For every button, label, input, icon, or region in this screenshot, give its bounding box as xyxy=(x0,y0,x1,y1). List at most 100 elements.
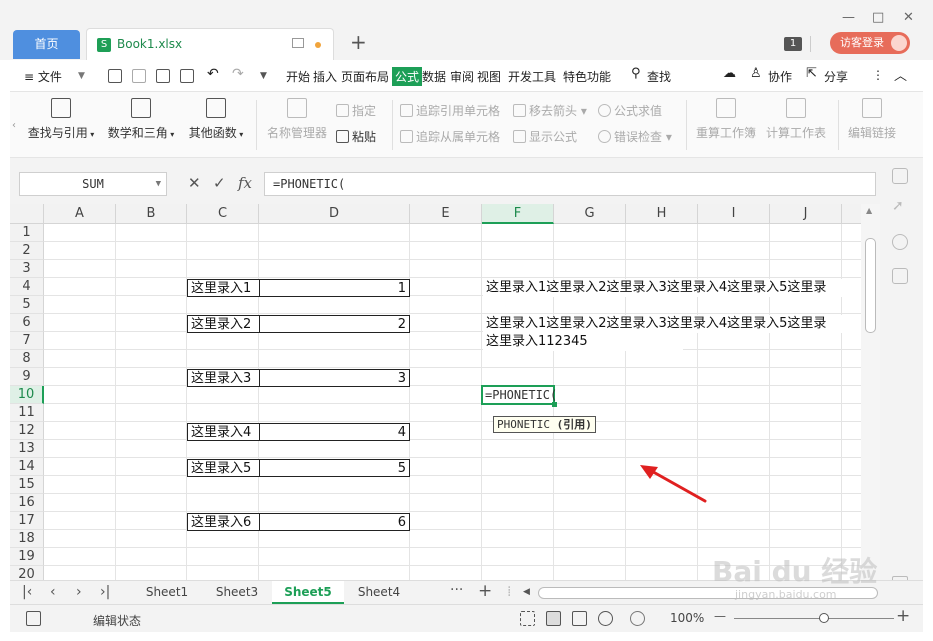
error-check-button[interactable]: 错误检查 ▾ xyxy=(598,128,672,145)
cell-c12[interactable]: 这里录入4 xyxy=(187,423,260,441)
cell-f6[interactable]: 这里录入1这里录入2这里录入3这里录入4这里录入5这里录 xyxy=(483,315,861,333)
cell-d6[interactable]: 2 xyxy=(259,315,410,333)
menu-data[interactable]: 数据 xyxy=(422,68,446,85)
lookup-reference-button[interactable]: 查找与引用 ▾ xyxy=(26,98,96,141)
row-header-12[interactable]: 12 xyxy=(10,422,44,440)
column-header-a[interactable]: A xyxy=(44,204,116,224)
function-tooltip[interactable]: PHONETIC (引用) xyxy=(493,416,596,433)
column-header-b[interactable]: B xyxy=(116,204,187,224)
trace-precedents-button[interactable]: 追踪引用单元格 xyxy=(400,102,500,119)
next-sheet-icon[interactable]: › xyxy=(76,584,82,600)
column-header-j[interactable]: J xyxy=(770,204,842,224)
menu-insert[interactable]: 插入 xyxy=(313,68,337,85)
menu-developer[interactable]: 开发工具 xyxy=(508,68,556,85)
evaluate-formula-button[interactable]: 公式求值 xyxy=(598,102,662,119)
row-header-6[interactable]: 6 xyxy=(10,314,44,332)
cell-c17[interactable]: 这里录入6 xyxy=(187,513,260,531)
row-header-9[interactable]: 9 xyxy=(10,368,44,386)
window-count-badge[interactable]: 1 xyxy=(784,37,802,51)
column-header-h[interactable]: H xyxy=(626,204,698,224)
menu-page-layout[interactable]: 页面布局 xyxy=(341,68,389,85)
menu-review[interactable]: 审阅 xyxy=(450,68,474,85)
undo-icon[interactable]: ↶ xyxy=(207,66,219,82)
calc-sheet-button[interactable]: 计算工作表 xyxy=(764,98,828,141)
zoom-out-button[interactable]: — xyxy=(714,609,726,623)
fill-handle[interactable] xyxy=(552,402,557,407)
paste-name-button[interactable]: 粘贴 xyxy=(336,128,376,145)
cell-c4[interactable]: 这里录入1 xyxy=(187,279,260,297)
splitter-icon[interactable]: ⁞ xyxy=(507,584,511,600)
row-header-5[interactable]: 5 xyxy=(10,296,44,314)
row-header-18[interactable]: 18 xyxy=(10,530,44,548)
menu-share[interactable]: 分享 xyxy=(824,68,848,85)
sheet-tab-sheet5[interactable]: Sheet5 xyxy=(272,581,344,604)
tab-book1[interactable]: S Book1.xlsx xyxy=(86,28,334,60)
cell-d17[interactable]: 6 xyxy=(259,513,410,531)
cell-d9[interactable]: 3 xyxy=(259,369,410,387)
row-header-1[interactable]: 1 xyxy=(10,224,44,242)
new-tab-button[interactable]: + xyxy=(350,30,367,54)
guest-login-button[interactable]: 访客登录 xyxy=(830,32,910,54)
redo-icon[interactable]: ↷ xyxy=(232,66,244,82)
recalc-workbook-button[interactable]: 重算工作簿 xyxy=(694,98,758,141)
sheet-tab-sheet4[interactable]: Sheet4 xyxy=(344,581,414,604)
collapse-ribbon-icon[interactable]: ︿ xyxy=(894,65,907,84)
spreadsheet-grid[interactable]: A B C D E F G H I J 1 2 3 4 5 6 7 8 9 10… xyxy=(10,204,861,580)
row-header-3[interactable]: 3 xyxy=(10,260,44,278)
close-button[interactable]: ✕ xyxy=(903,10,914,25)
column-header-k[interactable] xyxy=(842,204,861,224)
format-painter-icon[interactable] xyxy=(132,69,146,83)
insert-function-button[interactable]: fx xyxy=(238,174,252,192)
menu-special[interactable]: 特色功能 xyxy=(563,68,611,85)
row-header-10[interactable]: 10 xyxy=(10,386,44,404)
row-header-7[interactable]: 7 xyxy=(10,332,44,350)
chevron-down-icon[interactable]: ▼ xyxy=(156,173,161,195)
row-header-13[interactable]: 13 xyxy=(10,440,44,458)
cell-c9[interactable]: 这里录入3 xyxy=(187,369,260,387)
select-all-corner[interactable] xyxy=(10,204,44,224)
search-icon[interactable]: ⚲ xyxy=(631,66,641,81)
active-cell-f10[interactable]: =PHONETIC( xyxy=(481,385,557,407)
chevron-down-icon[interactable]: ▼ xyxy=(78,71,85,81)
help-icon[interactable] xyxy=(892,234,908,250)
row-header-20[interactable]: 20 xyxy=(10,566,44,580)
cursor-icon[interactable]: ➚ xyxy=(892,198,908,214)
monitor-icon[interactable] xyxy=(292,38,304,48)
name-box[interactable]: SUM ▼ xyxy=(19,172,167,196)
tab-home[interactable]: 首页 xyxy=(13,30,80,59)
name-manager-button[interactable]: 名称管理器 xyxy=(264,98,330,141)
cell-d4[interactable]: 1 xyxy=(259,279,410,297)
page-layout-view-icon[interactable] xyxy=(572,611,587,626)
menu-view[interactable]: 视图 xyxy=(477,68,501,85)
menu-start[interactable]: 开始 xyxy=(286,68,310,85)
page-break-view-icon[interactable] xyxy=(598,611,613,626)
prev-sheet-icon[interactable]: ‹ xyxy=(50,584,56,600)
zoom-slider[interactable] xyxy=(734,618,894,619)
remove-arrows-button[interactable]: 移去箭头 ▾ xyxy=(513,102,587,119)
column-header-c[interactable]: C xyxy=(187,204,259,224)
ribbon-scroll-left-icon[interactable]: ‹ xyxy=(12,120,16,131)
column-header-f[interactable]: F xyxy=(482,204,554,224)
add-sheet-button[interactable]: + xyxy=(478,581,492,601)
column-header-g[interactable]: G xyxy=(554,204,626,224)
edit-links-button[interactable]: 编辑链接 xyxy=(844,98,900,141)
first-sheet-icon[interactable]: |‹ xyxy=(22,584,32,600)
more-icon[interactable]: ⋮ xyxy=(872,68,884,82)
row-header-19[interactable]: 19 xyxy=(10,548,44,566)
menu-collab[interactable]: 协作 xyxy=(768,68,792,85)
define-name-button[interactable]: 指定 xyxy=(336,102,376,119)
share-panel-icon[interactable] xyxy=(892,268,908,284)
fullscreen-icon[interactable] xyxy=(520,611,535,626)
vertical-scrollbar[interactable]: ▲ xyxy=(861,204,880,580)
cell-c6[interactable]: 这里录入2 xyxy=(187,315,260,333)
row-header-2[interactable]: 2 xyxy=(10,242,44,260)
trace-dependents-button[interactable]: 追踪从属单元格 xyxy=(400,128,500,145)
minimize-button[interactable]: — xyxy=(842,10,855,25)
column-header-d[interactable]: D xyxy=(259,204,410,224)
column-header-e[interactable]: E xyxy=(410,204,482,224)
row-header-8[interactable]: 8 xyxy=(10,350,44,368)
zoom-slider-thumb[interactable] xyxy=(818,613,829,623)
panel-toggle-icon[interactable] xyxy=(892,168,908,184)
vertical-scroll-thumb[interactable] xyxy=(865,238,876,333)
cell-d14[interactable]: 5 xyxy=(259,459,410,477)
